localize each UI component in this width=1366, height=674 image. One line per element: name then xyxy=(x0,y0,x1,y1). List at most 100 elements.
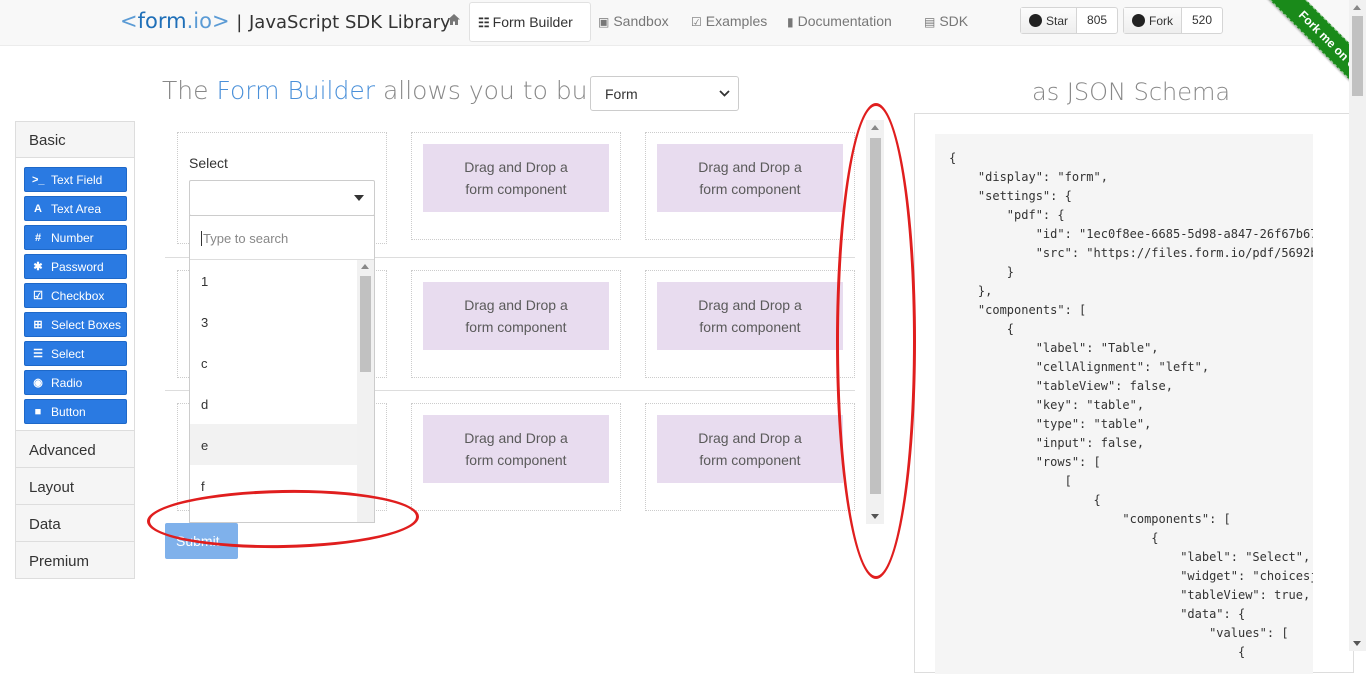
drop-zone[interactable]: Drag and Drop a form component xyxy=(657,282,843,350)
component-checkbox[interactable]: ☑ Checkbox xyxy=(24,283,127,308)
component-sidebar: Basic >_ Text Field A Text Area # Number ✱ P… xyxy=(15,121,135,579)
basic-components-list: >_ Text Field A Text Area # Number ✱ Passwor… xyxy=(16,158,134,430)
component-label: Checkbox xyxy=(51,288,105,303)
json-schema-title: as JSON Schema xyxy=(1032,78,1231,106)
drop-zone-text: Drag and Drop a xyxy=(464,430,568,446)
nav-documentation-label: Documentation xyxy=(797,13,892,29)
check-square-icon: ☑ xyxy=(33,290,43,302)
sidebar-group-layout[interactable]: Layout xyxy=(16,467,134,504)
nav-sandbox-label: Sandbox xyxy=(613,13,669,29)
nav-form-builder-label: Form Builder xyxy=(492,14,573,30)
drop-zone[interactable]: Drag and Drop a form component xyxy=(657,144,843,212)
component-label: Select Boxes xyxy=(51,317,122,332)
drop-zone[interactable]: Drag and Drop a form component xyxy=(423,282,609,350)
dropdown-scrollbar[interactable] xyxy=(357,260,374,522)
scroll-up-arrow-icon[interactable] xyxy=(361,264,369,269)
github-icon xyxy=(1132,14,1145,27)
drop-zone-text: form component xyxy=(465,181,567,197)
sidebar-group-basic[interactable]: Basic xyxy=(16,122,134,158)
component-select[interactable]: ☰ Select xyxy=(24,341,127,366)
brand-separator: | xyxy=(236,12,243,33)
caret-down-icon xyxy=(354,195,364,201)
nav-examples[interactable]: ☑ Examples xyxy=(691,13,767,29)
book-icon: ▮ xyxy=(787,15,794,29)
component-select-boxes[interactable]: ⊞ Select Boxes xyxy=(24,312,127,337)
github-star-button[interactable]: Star xyxy=(1021,8,1078,33)
nav-sandbox[interactable]: ▣ Sandbox xyxy=(598,13,669,29)
headline-prefix: The xyxy=(162,76,217,105)
text-cursor xyxy=(201,231,202,246)
plus-square-icon: ⊞ xyxy=(33,319,43,331)
drop-zone[interactable]: Drag and Drop a form component xyxy=(423,415,609,483)
github-fork-button[interactable]: Fork xyxy=(1124,8,1182,33)
component-label: Radio xyxy=(51,375,83,390)
stop-icon: ■ xyxy=(34,405,42,418)
component-text-field[interactable]: >_ Text Field xyxy=(24,167,127,192)
github-star-count[interactable]: 805 xyxy=(1077,8,1117,33)
dropdown-scrollbar-thumb[interactable] xyxy=(360,276,371,372)
sidebar-group-advanced[interactable]: Advanced xyxy=(16,430,134,467)
component-button[interactable]: ■ Button xyxy=(24,399,127,424)
sidebar-group-data[interactable]: Data xyxy=(16,504,134,541)
logo-bracket-left: < xyxy=(120,9,138,33)
drop-zone-text: Drag and Drop a xyxy=(698,297,802,313)
select-component-input[interactable] xyxy=(189,180,375,216)
drop-zone[interactable]: Drag and Drop a form component xyxy=(423,144,609,212)
github-fork[interactable]: Fork 520 xyxy=(1123,7,1224,34)
drop-zone-text: form component xyxy=(465,452,567,468)
drop-zone-text: form component xyxy=(699,452,801,468)
github-fork-label: Fork xyxy=(1149,13,1173,28)
sidebar-group-premium[interactable]: Premium xyxy=(16,541,134,578)
github-icon xyxy=(1029,14,1042,27)
dropdown-search-input[interactable]: Type to search xyxy=(190,216,374,260)
logo-text-io: .io xyxy=(186,9,212,33)
cube-icon: ▣ xyxy=(598,15,610,29)
home-icon[interactable] xyxy=(447,13,461,29)
github-star[interactable]: Star 805 xyxy=(1020,7,1119,34)
dropdown-option[interactable]: 3 xyxy=(190,301,357,342)
dropdown-option-highlighted[interactable]: e xyxy=(190,424,357,465)
dot-circle-icon: ◉ xyxy=(33,377,43,389)
drop-zone[interactable]: Drag and Drop a form component xyxy=(657,415,843,483)
nav-documentation[interactable]: ▮ Documentation xyxy=(787,13,892,29)
font-icon: A xyxy=(34,202,42,215)
dropdown-option[interactable]: d xyxy=(190,383,357,424)
drop-zone-text: Drag and Drop a xyxy=(698,430,802,446)
scroll-up-arrow-icon[interactable] xyxy=(1353,5,1361,10)
component-label: Button xyxy=(51,404,86,419)
server-icon: ▤ xyxy=(924,15,936,29)
component-password[interactable]: ✱ Password xyxy=(24,254,127,279)
component-label: Text Area xyxy=(51,201,102,216)
brand-subtitle: JavaScript SDK Library xyxy=(249,12,451,33)
chevron-down-icon xyxy=(719,86,730,100)
nav-form-builder[interactable]: ☷ Form Builder xyxy=(469,2,591,42)
select-dropdown: Type to search 1 3 c d e f xyxy=(189,215,375,523)
form-type-select[interactable]: Form xyxy=(590,76,739,111)
nav-sdk[interactable]: ▤ SDK xyxy=(924,13,968,29)
dropdown-option[interactable]: c xyxy=(190,342,357,383)
check-square-icon: ☑ xyxy=(691,15,702,29)
json-schema-code: { "display": "form", "settings": { "pdf"… xyxy=(935,134,1313,674)
select-component-label: Select xyxy=(189,155,228,171)
component-label: Password xyxy=(51,259,104,274)
form-type-select-value: Form xyxy=(605,86,638,102)
component-number[interactable]: # Number xyxy=(24,225,127,250)
scroll-down-arrow-icon[interactable] xyxy=(1353,641,1361,646)
brand-logo[interactable]: <form.io> | JavaScript SDK Library xyxy=(120,9,451,33)
page-scrollbar[interactable] xyxy=(1349,0,1366,651)
nav-examples-label: Examples xyxy=(705,13,768,29)
component-radio[interactable]: ◉ Radio xyxy=(24,370,127,395)
drop-zone-text: form component xyxy=(699,319,801,335)
page-headline: The Form Builder allows you to build a xyxy=(162,76,641,105)
component-text-area[interactable]: A Text Area xyxy=(24,196,127,221)
annotation-oval-scrollbar xyxy=(836,103,916,579)
drop-zone-text: Drag and Drop a xyxy=(464,297,568,313)
dropdown-option[interactable]: 1 xyxy=(190,260,357,301)
component-label: Text Field xyxy=(51,172,103,187)
component-label: Number xyxy=(51,230,94,245)
search-placeholder: Type to search xyxy=(203,231,289,246)
page-scrollbar-thumb[interactable] xyxy=(1352,16,1363,96)
drop-zone-text: form component xyxy=(465,319,567,335)
drop-zone-text: Drag and Drop a xyxy=(464,159,568,175)
component-label: Select xyxy=(51,346,85,361)
